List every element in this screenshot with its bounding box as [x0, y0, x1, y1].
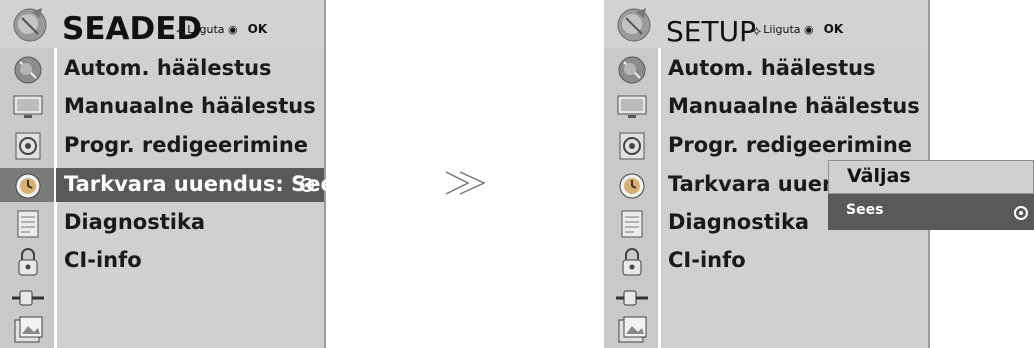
option-off[interactable]: Väljas [828, 160, 1034, 194]
clock-icon[interactable] [10, 170, 46, 202]
satellite-logo-icon [13, 8, 47, 42]
menu-item-auto-tuning[interactable]: Autom. häälestus [64, 56, 272, 80]
ok-radio-icon: ◉ [224, 23, 238, 36]
menu-item-diagnostics[interactable]: Diagnostika [668, 210, 809, 234]
tv-monitor-icon[interactable] [10, 90, 46, 122]
hint-ok-label: OK [247, 22, 268, 36]
menu-item-manual-tuning[interactable]: Manuaalne häälestus [64, 94, 316, 118]
plug-icon[interactable] [614, 282, 650, 314]
speaker-icon[interactable] [10, 130, 46, 162]
option-on-label: Sees [846, 202, 884, 218]
move-arrows-icon: ⟡ [176, 23, 186, 39]
menu-item-program-edit[interactable]: Progr. redigeerimine [64, 133, 308, 157]
satellite-dish-icon[interactable] [614, 54, 650, 86]
tv-monitor-icon[interactable] [614, 90, 650, 122]
menu-item-auto-tuning[interactable]: Autom. häälestus [668, 56, 876, 80]
photo-icon[interactable] [614, 314, 650, 346]
menu-title: SETUP [666, 15, 756, 48]
software-update-options: Väljas Sees [828, 160, 1034, 230]
menu-item-program-edit[interactable]: Progr. redigeerimine [668, 133, 912, 157]
menu-item-diagnostics[interactable]: Diagnostika [64, 210, 205, 234]
plug-icon[interactable] [10, 282, 46, 314]
document-icon[interactable] [614, 208, 650, 240]
double-chevron-right-icon [445, 171, 486, 195]
hint-move-label: Liiguta [187, 23, 225, 36]
menu-item-manual-tuning[interactable]: Manuaalne häälestus [668, 94, 920, 118]
clock-icon[interactable] [614, 170, 650, 202]
setup-menu-left: SEADED ⟡ Liiguta ◉ OK Autom. häälestus Man… [0, 0, 347, 348]
move-arrows-icon: ⟡ [752, 23, 762, 39]
hint-move-label: Liiguta [763, 23, 801, 36]
ok-indicator-icon [1014, 206, 1028, 220]
nav-hints: ⟡ Liiguta ◉ OK [752, 21, 844, 39]
satellite-logo-icon [617, 8, 651, 42]
lock-icon[interactable] [10, 246, 46, 278]
photo-icon[interactable] [10, 314, 46, 346]
column-divider [658, 48, 661, 348]
option-on[interactable]: Sees [828, 194, 1034, 230]
hint-ok-label: OK [823, 22, 844, 36]
speaker-icon[interactable] [614, 130, 650, 162]
document-icon[interactable] [10, 208, 46, 240]
ok-radio-icon: ◉ [800, 23, 814, 36]
nav-hints: ⟡ Liiguta ◉ OK [176, 21, 268, 39]
option-off-label: Väljas [847, 165, 911, 187]
ok-indicator-icon [300, 178, 314, 192]
menu-item-ci-info[interactable]: CI-info [668, 248, 746, 272]
lock-icon[interactable] [614, 246, 650, 278]
satellite-dish-icon[interactable] [10, 54, 46, 86]
menu-item-ci-info[interactable]: CI-info [64, 248, 142, 272]
